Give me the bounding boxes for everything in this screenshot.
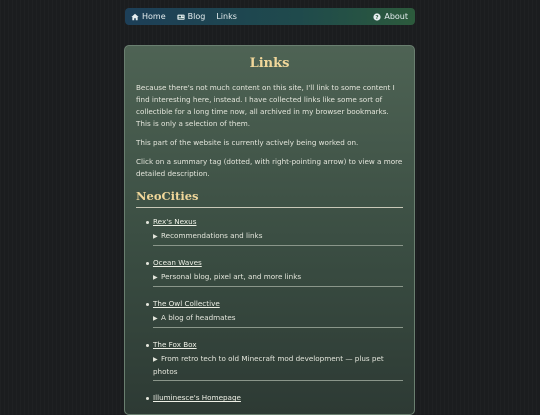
question-circle-icon: ? <box>373 12 381 21</box>
list-item: Ocean Waves ▶ Personal blog, pixel art, a… <box>146 258 403 287</box>
triangle-right-icon: ▶ <box>153 274 158 281</box>
link-illuminesce-homepage[interactable]: Illuminesce's Homepage <box>153 393 241 402</box>
section-heading-neocities: NeoCities <box>136 189 403 208</box>
nav-about-label: About <box>384 12 408 21</box>
summary-toggle[interactable]: ▶ Personal blog, pixel art, and more link… <box>153 271 403 287</box>
list-item: Illuminesce's Homepage <box>146 393 403 402</box>
nav-home-link[interactable]: Home <box>131 12 166 21</box>
triangle-right-icon: ▶ <box>153 356 158 363</box>
top-navbar: Home Blog Links ? About <box>125 8 415 25</box>
list-item: The Fox Box ▶ From retro tech to old Mine… <box>146 340 403 381</box>
page-title: Links <box>249 56 290 71</box>
summary-toggle[interactable]: ▶ Recommendations and links <box>153 230 403 246</box>
summary-toggle[interactable]: ▶ From retro tech to old Minecraft mod de… <box>153 353 403 381</box>
summary-text: Personal blog, pixel art, and more links <box>161 272 302 281</box>
instructions-paragraph: Click on a summary tag (dotted, with rig… <box>136 157 403 178</box>
intro-paragraph: Because there's not much content on this… <box>136 83 395 128</box>
links-content-card: Links Because there's not much content o… <box>124 45 415 415</box>
link-rexs-nexus[interactable]: Rex's Nexus <box>153 217 196 226</box>
nav-about-link[interactable]: ? About <box>373 12 408 21</box>
neocities-link-list: Rex's Nexus ▶ Recommendations and links O… <box>136 217 403 402</box>
list-item: Rex's Nexus ▶ Recommendations and links <box>146 217 403 246</box>
house-icon <box>131 13 139 20</box>
summary-text: Recommendations and links <box>161 231 263 240</box>
triangle-right-icon: ▶ <box>153 233 158 240</box>
link-fox-box[interactable]: The Fox Box <box>153 340 197 349</box>
summary-text: From retro tech to old Minecraft mod dev… <box>153 354 384 376</box>
nav-links-label: Links <box>216 12 237 21</box>
nav-blog-label: Blog <box>187 12 206 21</box>
nav-home-label: Home <box>142 12 166 21</box>
nav-blog-link[interactable]: Blog <box>177 12 206 21</box>
link-owl-collective[interactable]: The Owl Collective <box>153 299 220 308</box>
newspaper-icon <box>177 14 185 20</box>
list-item: The Owl Collective ▶ A blog of headmates <box>146 299 403 328</box>
link-ocean-waves[interactable]: Ocean Waves <box>153 258 202 267</box>
summary-toggle[interactable]: ▶ A blog of headmates <box>153 312 403 328</box>
summary-text: A blog of headmates <box>161 313 236 322</box>
nav-links-link[interactable]: Links <box>216 12 237 21</box>
svg-text:?: ? <box>376 15 379 21</box>
status-paragraph: This part of the website is currently ac… <box>136 138 359 147</box>
triangle-right-icon: ▶ <box>153 315 158 322</box>
